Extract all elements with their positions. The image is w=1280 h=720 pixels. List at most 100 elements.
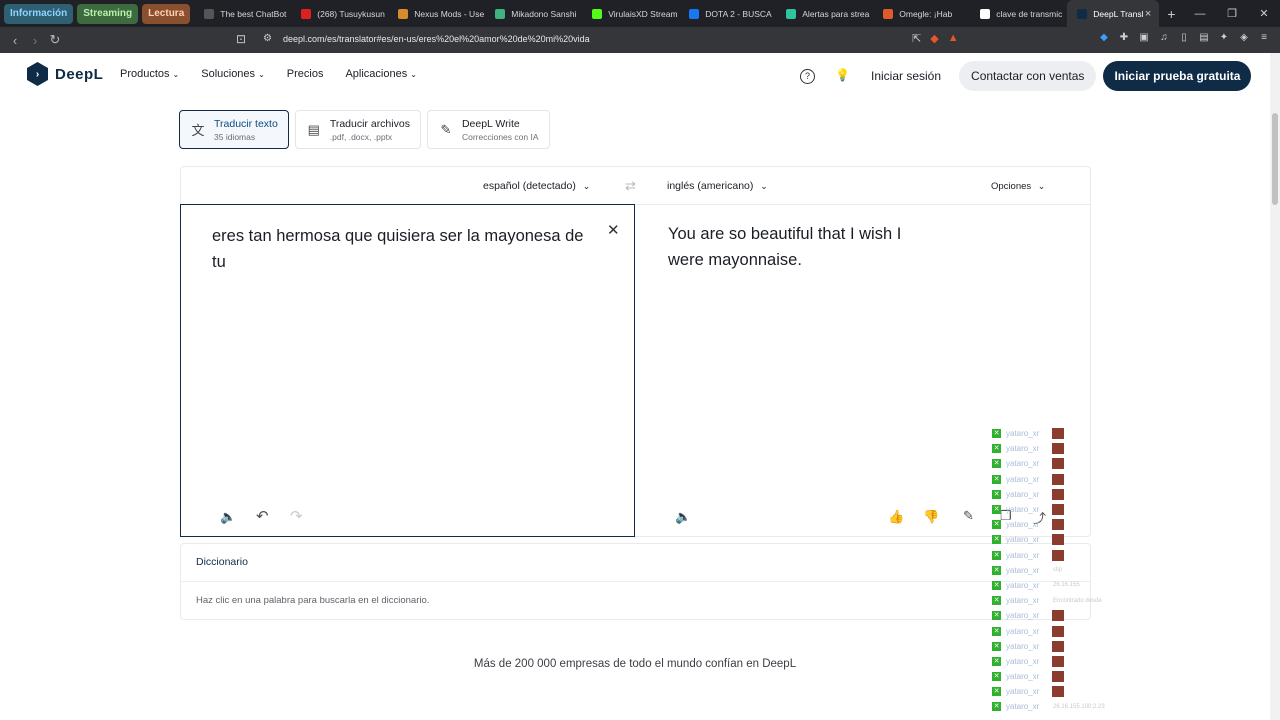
tab-title: clave de transmic [996, 8, 1063, 19]
speaker-icon[interactable]: 🔈 [220, 509, 236, 525]
browser-tab[interactable]: (268) Tusuykusun [291, 0, 388, 27]
extension-icon[interactable]: ✚ [1118, 32, 1130, 44]
overlay-text: Encontrado desde [1053, 597, 1102, 604]
browser-tab[interactable]: Nexus Mods - Use [388, 0, 485, 27]
close-window-icon[interactable]: ✕ [1248, 7, 1280, 20]
facebook-icon [689, 8, 700, 19]
nav-item[interactable]: Aplicaciones ⌄ [345, 68, 416, 80]
reload-icon[interactable]: ↻ [45, 32, 65, 48]
thumbs-down-icon[interactable]: 👎 [923, 509, 939, 525]
url-field[interactable]: deepl.com/es/translator#es/en-us/eres%20… [283, 34, 590, 44]
omegle-icon [883, 8, 894, 19]
translator-modes: 文 Traducir texto 35 idiomas ▤ Traducir archi… [179, 110, 550, 149]
kick-icon: ✕ [992, 596, 1001, 606]
media-icon[interactable]: ♫ [1158, 32, 1170, 44]
tab-group[interactable]: Lectura [142, 3, 191, 24]
divider [181, 581, 1090, 582]
target-speaker-icon[interactable]: 🔈 [675, 509, 691, 525]
chevron-down-icon: ⌄ [760, 181, 768, 191]
minimize-icon[interactable]: — [1184, 8, 1216, 20]
bookmark-icon[interactable]: ⊡ [236, 32, 246, 46]
overlay-text: clip [1053, 567, 1063, 574]
browser-tab[interactable]: Mikadono Sanshi [485, 0, 582, 27]
kick-icon: ✕ [992, 520, 1001, 530]
close-tab-icon[interactable]: × [1145, 8, 1151, 20]
menu-icon[interactable]: ≡ [1258, 32, 1270, 44]
wallet-icon[interactable]: ▤ [1198, 32, 1210, 44]
mode-tab[interactable]: 文 Traducir texto 35 idiomas [179, 110, 289, 149]
lightbulb-icon[interactable]: 💡 [835, 68, 850, 84]
share-icon[interactable]: ⇱ [912, 32, 921, 45]
kick-icon: ✕ [992, 459, 1001, 469]
overlay-username: yataro_xr [1006, 611, 1040, 621]
kick-icon: ✕ [992, 672, 1001, 682]
browser-tab[interactable]: Alertas para strea [776, 0, 873, 27]
overlay-username: yataro_xr [1006, 565, 1040, 575]
back-icon[interactable]: ‹ [5, 33, 25, 48]
help-icon[interactable]: ? [800, 68, 815, 84]
deepl-logo[interactable]: › DeepL [27, 62, 103, 86]
undo-icon[interactable]: ↶ [256, 507, 269, 525]
mode-text: DeepL Write Correcciones con IA [462, 118, 539, 142]
scrollbar-thumb[interactable] [1272, 113, 1278, 205]
overlay-row: ✕ yataro_xr [992, 639, 1122, 654]
swap-languages-icon[interactable]: ⇄ [625, 178, 636, 194]
mode-tab[interactable]: ✎ DeepL Write Correcciones con IA [426, 110, 550, 149]
tab-title: (268) Tusuykusun [317, 8, 385, 19]
browser-tab[interactable]: Omegle: ¡Hab [873, 0, 970, 27]
alerts-icon [786, 8, 797, 19]
tab-title: The best ChatBot [220, 8, 287, 19]
browser-tab[interactable]: The best ChatBot [194, 0, 291, 27]
target-language-select[interactable]: inglés (americano) ⌄ [667, 180, 768, 192]
brave-shield-icon[interactable]: ◆ [930, 32, 938, 45]
overlay-username: yataro_xr [1006, 580, 1040, 590]
leo-icon[interactable]: ✦ [1218, 32, 1230, 44]
rewards-icon[interactable]: ▲ [948, 32, 959, 45]
source-text-area[interactable]: eres tan hermosa que quisiera ser la may… [180, 204, 635, 537]
google-icon [980, 8, 991, 19]
restore-icon[interactable]: ❐ [1216, 7, 1248, 20]
site-settings-icon[interactable]: ⚙ [263, 33, 272, 44]
mode-text: Traducir archivos .pdf, .docx, .pptx [330, 118, 410, 142]
vpn-shield-icon[interactable]: ◈ [1238, 32, 1250, 44]
nav-item[interactable]: Precios [287, 68, 324, 80]
thumbs-up-icon[interactable]: 👍 [888, 509, 904, 525]
kick-icon: ✕ [992, 611, 1001, 621]
tab-title: Nexus Mods - Use [414, 8, 485, 19]
nav-item[interactable]: Productos ⌄ [120, 68, 179, 80]
tab-group[interactable]: Streaming [77, 3, 139, 24]
youtube-icon [301, 8, 312, 19]
kick-icon [592, 8, 603, 19]
browser-tab-bar: Información Streaming Lectura The best Chat… [0, 0, 1280, 27]
improve-wand-icon[interactable]: ✎ [963, 508, 974, 524]
overlay-row: ✕ yataro_xr [992, 623, 1122, 638]
sidebar-icon[interactable]: ▯ [1178, 32, 1190, 44]
top-nav: Productos ⌄ Soluciones ⌄ Precios Aplicaciones… [120, 68, 417, 80]
tab-group[interactable]: Información [4, 3, 74, 24]
translated-text[interactable]: You are so beautiful that I wish I were … [668, 221, 938, 273]
overlay-row: ✕ yataro_xr [992, 441, 1122, 456]
new-tab-icon[interactable]: + [1167, 6, 1175, 22]
browser-tab[interactable]: DeepL Transl × [1067, 0, 1160, 27]
signin-link[interactable]: Iniciar sesión [871, 69, 941, 83]
screenshot-icon[interactable]: ▣ [1138, 32, 1150, 44]
browser-tab[interactable]: DOTA 2 - BUSCA [679, 0, 776, 27]
forward-icon[interactable]: › [25, 33, 45, 48]
clear-text-icon[interactable]: ✕ [607, 221, 620, 239]
page-scrollbar[interactable] [1270, 53, 1280, 720]
free-trial-button[interactable]: Iniciar prueba gratuita [1103, 61, 1252, 91]
mode-subtitle: .pdf, .docx, .pptx [329, 131, 393, 142]
mode-tab[interactable]: ▤ Traducir archivos .pdf, .docx, .pptx [294, 110, 421, 149]
vpn-icon[interactable]: ◆ [1098, 32, 1110, 44]
overlay-row: ✕ yataro_xr [992, 532, 1122, 547]
nav-item-label: Productos [120, 68, 170, 80]
source-text[interactable]: eres tan hermosa que quisiera ser la may… [212, 223, 592, 275]
contact-sales-button[interactable]: Contactar con ventas [959, 61, 1097, 91]
browser-tab[interactable]: VirulaisXD Stream [582, 0, 679, 27]
vue-icon [495, 8, 506, 19]
source-language-select[interactable]: español (detectado) ⌄ [483, 180, 590, 192]
options-dropdown[interactable]: Opciones ⌄ [991, 181, 1045, 192]
stream-chat-overlay: ✕ yataro_xr ✕ yataro_xr ✕ yataro_xr ✕ yataro_xr… [992, 426, 1122, 715]
nav-item[interactable]: Soluciones ⌄ [201, 68, 265, 80]
browser-tab[interactable]: clave de transmic [970, 0, 1067, 27]
